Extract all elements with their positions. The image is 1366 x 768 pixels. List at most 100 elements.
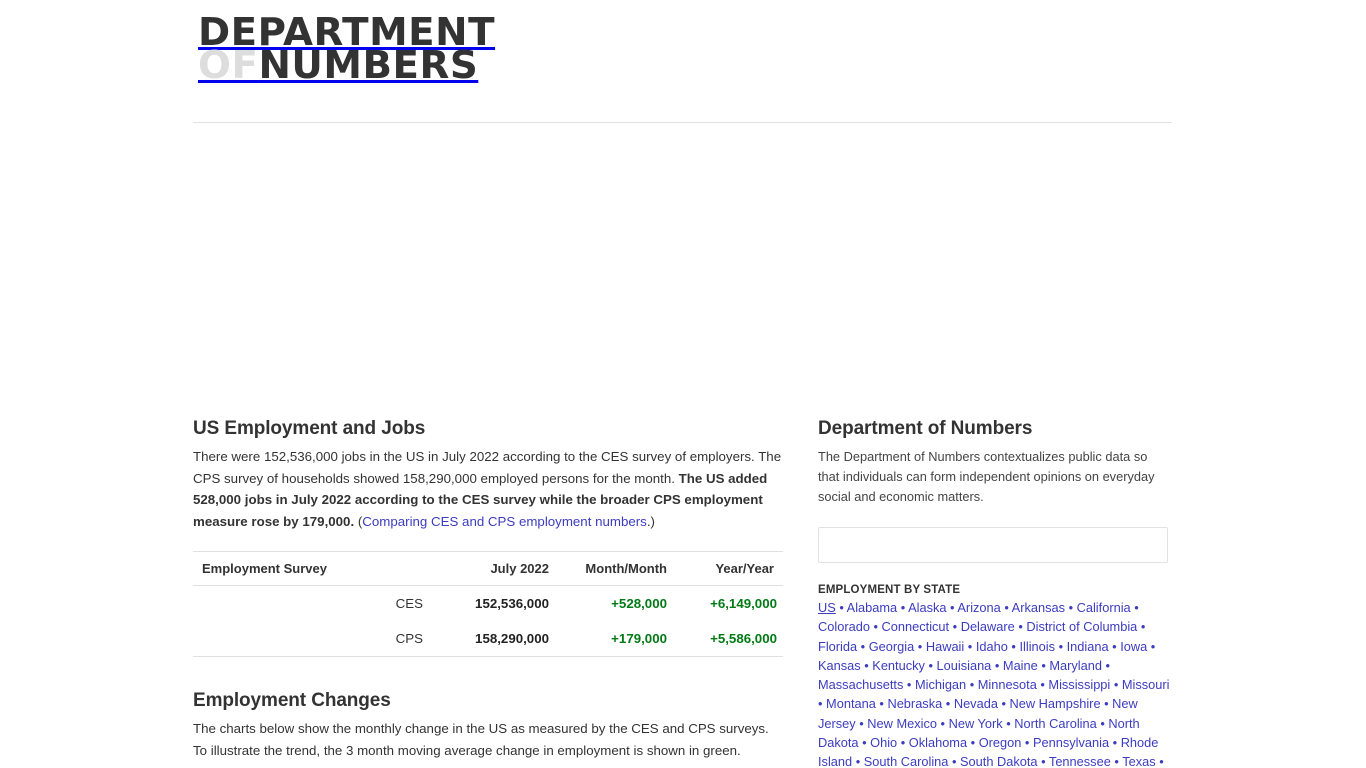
state-separator: •	[1110, 677, 1122, 693]
state-separator: •	[903, 677, 915, 693]
state-separator: •	[1007, 638, 1020, 654]
state-separator: •	[1055, 638, 1067, 654]
state-separator: •	[875, 696, 888, 712]
state-separator: •	[1065, 600, 1077, 615]
state-link-louisiana[interactable]: Louisiana	[937, 658, 992, 673]
state-separator: •	[857, 638, 869, 654]
state-link-arizona[interactable]: Arizona	[957, 600, 1000, 615]
logo-of-text: OF	[198, 42, 259, 87]
state-link-district-of-columbia[interactable]: District of Columbia	[1026, 619, 1137, 634]
state-link-ohio[interactable]: Ohio	[870, 735, 897, 750]
state-link-indiana[interactable]: Indiana	[1067, 639, 1109, 654]
state-separator: •	[1100, 696, 1113, 712]
state-link-colorado[interactable]: Colorado	[818, 619, 870, 634]
page-root: DEPARTMENT OFNUMBERS US Employment and J…	[0, 0, 1366, 768]
state-separator: •	[818, 696, 827, 712]
state-link-massachusetts[interactable]: Massachusetts	[818, 677, 903, 692]
logo-of-numbers-text: OFNUMBERS	[198, 46, 495, 84]
state-link-idaho[interactable]: Idaho	[976, 639, 1008, 654]
column-header-year-over-year: Year/Year	[673, 551, 783, 586]
state-link-hawaii[interactable]: Hawaii	[926, 639, 964, 654]
state-link-tennessee[interactable]: Tennessee	[1049, 754, 1111, 768]
column-header-month-over-month: Month/Month	[555, 551, 673, 586]
state-link-nevada[interactable]: Nevada	[954, 696, 998, 711]
employment-by-state-heading: Employment by State	[818, 584, 961, 596]
state-link-michigan[interactable]: Michigan	[915, 677, 966, 692]
state-link-kansas[interactable]: Kansas	[818, 658, 861, 673]
state-link-nebraska[interactable]: Nebraska	[887, 696, 942, 711]
state-separator: •	[852, 754, 864, 768]
state-link-kentucky[interactable]: Kentucky	[872, 658, 925, 673]
state-separator: •	[1021, 735, 1033, 751]
state-links-list: US • Alabama • Alaska • Arizona • Arkans…	[818, 598, 1172, 768]
state-separator: •	[1037, 754, 1049, 768]
state-link-oregon[interactable]: Oregon	[979, 735, 1022, 750]
state-link-minnesota[interactable]: Minnesota	[978, 677, 1037, 692]
cell-year-over-year: +6,149,000	[710, 596, 777, 611]
intro-paragraph: There were 152,536,000 jobs in the US in…	[193, 446, 783, 532]
logo-numbers-text: NUMBERS	[258, 42, 479, 87]
state-link-oklahoma[interactable]: Oklahoma	[909, 735, 967, 750]
state-link-alaska[interactable]: Alaska	[908, 600, 946, 615]
state-link-new-hampshire[interactable]: New Hampshire	[1010, 696, 1101, 711]
comparing-ces-cps-link[interactable]: Comparing CES and CPS employment numbers	[362, 514, 647, 529]
state-link-delaware[interactable]: Delaware	[961, 619, 1015, 634]
state-separator: •	[914, 638, 926, 654]
sidebar: Department of Numbers The Department of …	[818, 418, 1172, 768]
state-link-south-carolina[interactable]: South Carolina	[864, 754, 949, 768]
table-header: Employment Survey July 2022 Month/Month …	[193, 551, 783, 586]
cell-month-over-month: +179,000	[555, 621, 673, 657]
state-link-iowa[interactable]: Iowa	[1120, 639, 1147, 654]
site-header: DEPARTMENT OFNUMBERS	[193, 0, 1172, 123]
sidebar-title: Department of Numbers	[818, 418, 1033, 439]
state-separator: •	[897, 735, 909, 751]
state-link-south-dakota[interactable]: South Dakota	[960, 754, 1038, 768]
state-separator: •	[860, 657, 873, 673]
state-separator: •	[966, 677, 978, 693]
state-link-maryland[interactable]: Maryland	[1049, 658, 1102, 673]
state-separator: •	[1096, 715, 1109, 731]
state-link-alabama[interactable]: Alabama	[847, 600, 898, 615]
state-separator: •	[1110, 754, 1123, 768]
state-link-pennsylvania[interactable]: Pennsylvania	[1033, 735, 1109, 750]
site-logo[interactable]: DEPARTMENT OFNUMBERS	[198, 13, 495, 83]
state-separator: •	[937, 715, 949, 731]
state-link-new-york[interactable]: New York	[949, 716, 1003, 731]
state-link-mississippi[interactable]: Mississippi	[1048, 677, 1110, 692]
state-separator: •	[1014, 619, 1027, 635]
state-separator: •	[991, 657, 1003, 673]
state-separator: •	[1002, 715, 1015, 731]
state-separator: •	[967, 735, 979, 751]
state-separator: •	[858, 735, 871, 751]
search-input[interactable]	[818, 527, 1168, 563]
intro-paren-close: .)	[646, 513, 655, 529]
state-link-montana[interactable]: Montana	[826, 696, 876, 711]
table-row: CES 152,536,000 +528,000 +6,149,000	[193, 586, 783, 622]
cell-employment-level: 152,536,000	[475, 596, 549, 611]
state-link-new-mexico[interactable]: New Mexico	[867, 716, 937, 731]
state-link-north-carolina[interactable]: North Carolina	[1014, 716, 1097, 731]
state-link-us[interactable]: US	[818, 600, 836, 615]
state-link-illinois[interactable]: Illinois	[1019, 639, 1055, 654]
employment-summary-table: Employment Survey July 2022 Month/Month …	[193, 551, 783, 657]
state-separator: •	[869, 619, 882, 635]
cell-year-over-year: +5,586,000	[673, 621, 783, 657]
sidebar-description: The Department of Numbers contextualizes…	[818, 449, 1155, 504]
main-content: US Employment and Jobs There were 152,53…	[193, 418, 783, 761]
state-link-florida[interactable]: Florida	[818, 639, 857, 654]
table-header-row: Employment Survey July 2022 Month/Month …	[193, 551, 783, 586]
state-link-connecticut[interactable]: Connecticut	[882, 619, 950, 634]
state-separator: •	[1108, 638, 1121, 654]
column-header-survey: Employment Survey	[193, 551, 429, 586]
state-link-maine[interactable]: Maine	[1003, 658, 1038, 673]
state-link-texas[interactable]: Texas	[1122, 754, 1155, 768]
state-separator: •	[835, 600, 847, 615]
column-header-period: July 2022	[429, 551, 555, 586]
state-separator: •	[948, 754, 960, 768]
state-link-arkansas[interactable]: Arkansas	[1012, 600, 1065, 615]
state-link-missouri[interactable]: Missouri	[1122, 677, 1170, 692]
state-separator: •	[949, 619, 961, 635]
state-link-georgia[interactable]: Georgia	[869, 639, 915, 654]
state-link-california[interactable]: California	[1077, 600, 1131, 615]
state-separator: •	[942, 696, 954, 712]
